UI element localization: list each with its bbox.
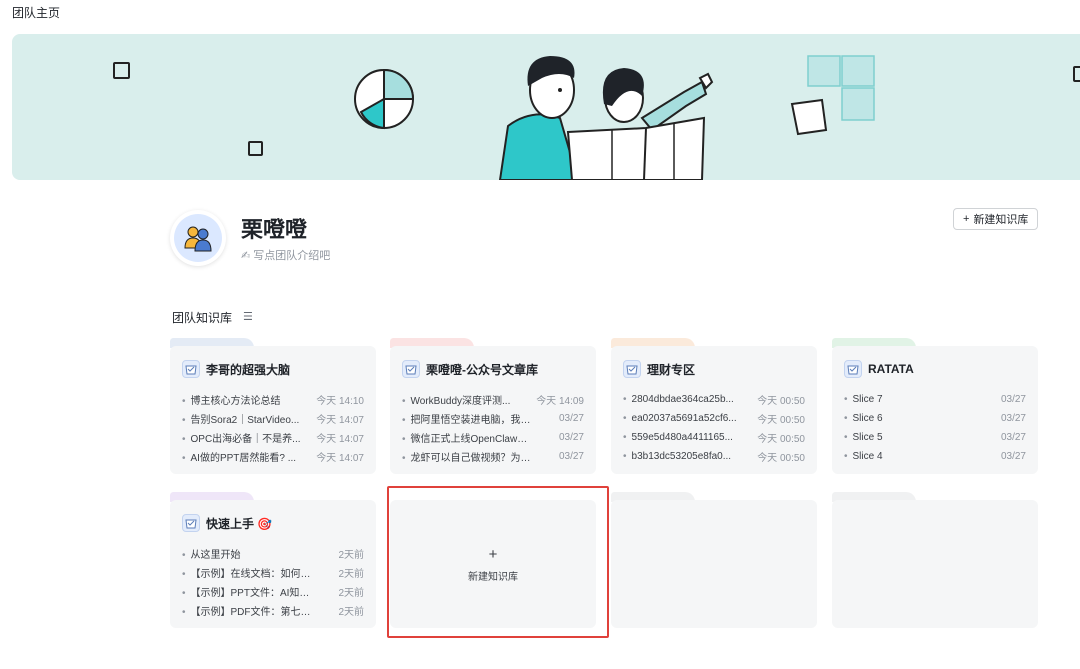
doc-row[interactable]: 龙虾可以自己做视频？为什... 03/27: [402, 447, 584, 466]
doc-row[interactable]: 告别Sora2｜StarVideo... 今天 14:07: [182, 409, 364, 428]
doc-name: Slice 5: [844, 432, 883, 443]
doc-time: 2天前: [338, 569, 364, 580]
doc-row[interactable]: Slice 7 03/27: [844, 390, 1026, 409]
doc-time: 03/27: [558, 432, 584, 443]
empty-card-placeholder: [611, 500, 817, 628]
doc-row[interactable]: 【示例】在线文档：如何创... 2天前: [182, 563, 364, 582]
doc-row[interactable]: 【示例】PDF文件：第七次... 2天前: [182, 601, 364, 620]
team-members-icon: [184, 226, 212, 252]
knowledge-base-card[interactable]: RATATA Slice 7 03/27 Slice 6 03/27 Slice 5…: [832, 346, 1038, 474]
doc-time: 今天 14:07: [316, 434, 364, 445]
doc-row[interactable]: Slice 5 03/27: [844, 428, 1026, 447]
doc-row[interactable]: 微信正式上线OpenClaw插... 03/27: [402, 428, 584, 447]
doc-time: 今天 14:09: [536, 396, 584, 407]
doc-row[interactable]: 2804dbdae364ca25b... 今天 00:50: [623, 390, 805, 409]
doc-row[interactable]: 从这里开始 2天前: [182, 544, 364, 563]
doc-name: 【示例】在线文档：如何创...: [182, 565, 312, 580]
doc-row[interactable]: 559e5d480a4411165... 今天 00:50: [623, 428, 805, 447]
doc-name: 559e5d480a4411165...: [623, 432, 733, 443]
knowledge-base-card[interactable]: 快速上手 🎯 从这里开始 2天前 【示例】在线文档：如何创... 2天前 【示例】P…: [170, 500, 376, 628]
plus-icon: +: [963, 213, 970, 225]
section-title: 团队知识库: [172, 311, 233, 325]
knowledge-base-icon: [623, 360, 641, 378]
doc-name: WorkBuddy深度评测...: [402, 392, 511, 407]
doc-row[interactable]: 【示例】PPT文件：AI知识... 2天前: [182, 582, 364, 601]
doc-time: 03/27: [1000, 451, 1026, 462]
doc-name: AI做的PPT居然能看? ...: [182, 449, 297, 464]
new-knowledge-base-label: 新建知识库: [973, 214, 1029, 226]
team-avatar[interactable]: [170, 210, 226, 266]
new-knowledge-base-button[interactable]: + 新建知识库: [953, 208, 1039, 230]
doc-row[interactable]: ea02037a5691a52cf6... 今天 00:50: [623, 409, 805, 428]
doc-name: Slice 7: [844, 394, 883, 405]
doc-row[interactable]: 博主核心方法论总结 今天 14:10: [182, 390, 364, 409]
knowledge-base-icon: [402, 360, 420, 378]
doc-name: 微信正式上线OpenClaw插...: [402, 430, 532, 445]
doc-row[interactable]: AI做的PPT居然能看? ... 今天 14:07: [182, 447, 364, 466]
knowledge-base-title: 李哥的超强大脑: [206, 362, 291, 377]
knowledge-base-icon: [844, 360, 862, 378]
knowledge-base-card[interactable]: 理财专区 2804dbdae364ca25b... 今天 00:50 ea0203…: [611, 346, 817, 474]
doc-time: 今天 14:07: [316, 453, 364, 464]
knowledge-base-icon: [182, 360, 200, 378]
doc-name: 【示例】PPT文件：AI知识...: [182, 584, 312, 599]
knowledge-base-title: 栗噔噔-公众号文章库: [426, 362, 538, 377]
doc-time: 今天 00:50: [757, 453, 805, 464]
knowledge-base-title: 理财专区: [647, 362, 696, 377]
empty-card-placeholder: [832, 500, 1038, 628]
knowledge-base-card[interactable]: 栗噔噔-公众号文章库 WorkBuddy深度评测... 今天 14:09 把阿里悟…: [390, 346, 596, 474]
doc-time: 2天前: [338, 607, 364, 618]
knowledge-base-card[interactable]: 李哥的超强大脑 博主核心方法论总结 今天 14:10 告别Sora2｜StarVi…: [170, 346, 376, 474]
doc-name: OPC出海必备｜不是养...: [182, 430, 301, 445]
doc-row[interactable]: 把阿里悟空装进电脑，我的... 03/27: [402, 409, 584, 428]
doc-row[interactable]: WorkBuddy深度评测... 今天 14:09: [402, 390, 584, 409]
page-title: 团队主页: [12, 6, 61, 20]
knowledge-base-icon: [182, 514, 200, 532]
team-name: 栗噔噔: [241, 217, 308, 242]
doc-name: 把阿里悟空装进电脑，我的...: [402, 411, 532, 426]
knowledge-base-title: 快速上手 🎯: [206, 516, 273, 531]
doc-row[interactable]: Slice 6 03/27: [844, 409, 1026, 428]
doc-name: b3b13dc53205e8fa0...: [623, 451, 732, 462]
doc-name: 博主核心方法论总结: [182, 392, 281, 407]
doc-time: 今天 00:50: [757, 434, 805, 445]
team-description[interactable]: ✍ 写点团队介绍吧: [241, 247, 330, 263]
doc-name: 龙虾可以自己做视频？为什...: [402, 449, 532, 464]
highlight-box: [387, 486, 609, 638]
doc-name: 告别Sora2｜StarVideo...: [182, 411, 300, 426]
doc-time: 今天 00:50: [757, 396, 805, 407]
doc-row[interactable]: Slice 4 03/27: [844, 447, 1026, 466]
doc-row[interactable]: b3b13dc53205e8fa0... 今天 00:50: [623, 447, 805, 466]
doc-time: 03/27: [1000, 413, 1026, 424]
doc-time: 03/27: [1000, 394, 1026, 405]
doc-time: 03/27: [558, 413, 584, 424]
knowledge-base-title: RATATA: [868, 362, 914, 376]
sort-icon[interactable]: ☰: [243, 310, 253, 323]
doc-time: 今天 14:10: [316, 396, 364, 407]
doc-time: 今天 14:07: [316, 415, 364, 426]
doc-time: 03/27: [1000, 432, 1026, 443]
doc-name: Slice 4: [844, 451, 883, 462]
team-banner: [12, 34, 1080, 180]
doc-name: Slice 6: [844, 413, 883, 424]
doc-name: 【示例】PDF文件：第七次...: [182, 603, 312, 618]
doc-time: 03/27: [558, 451, 584, 462]
doc-name: 2804dbdae364ca25b...: [623, 394, 734, 405]
doc-name: ea02037a5691a52cf6...: [623, 413, 737, 424]
doc-name: 从这里开始: [182, 546, 241, 561]
doc-time: 今天 00:50: [757, 415, 805, 426]
doc-time: 2天前: [338, 550, 364, 561]
doc-row[interactable]: OPC出海必备｜不是养... 今天 14:07: [182, 428, 364, 447]
doc-time: 2天前: [338, 588, 364, 599]
banner-illustration: [113, 55, 1080, 180]
